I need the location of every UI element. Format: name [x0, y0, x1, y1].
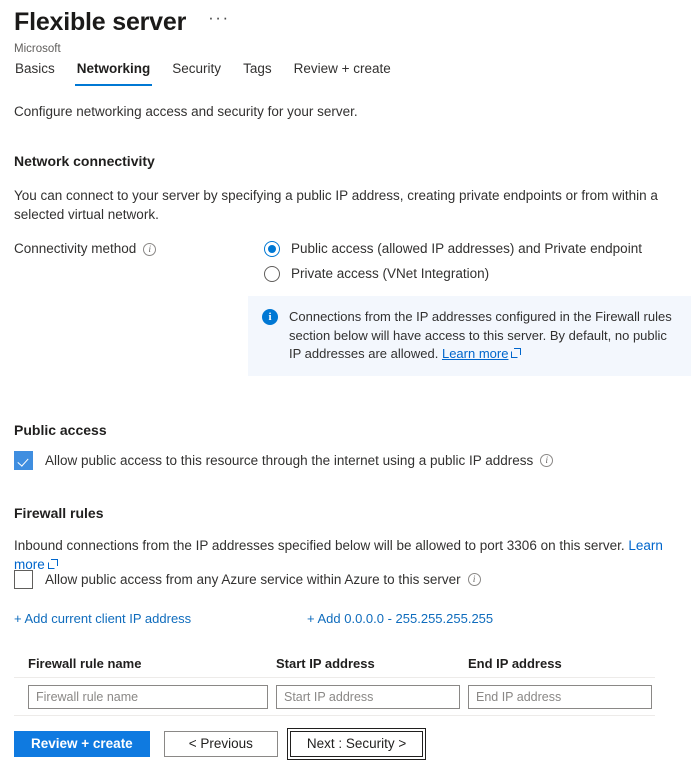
connectivity-method-radio-group: Public access (allowed IP addresses) and…	[264, 236, 642, 286]
page-title: Flexible server	[14, 7, 186, 37]
start-ip-address-input[interactable]	[276, 685, 460, 709]
tab-review-create[interactable]: Review + create	[283, 60, 402, 86]
firewall-rules-description: Inbound connections from the IP addresse…	[14, 538, 628, 553]
public-access-checkbox-label: Allow public access to this resource thr…	[45, 452, 533, 470]
external-link-icon[interactable]	[511, 349, 520, 358]
tab-security[interactable]: Security	[161, 60, 232, 86]
table-divider-bottom	[14, 715, 655, 716]
info-icon[interactable]	[468, 573, 481, 586]
column-header-rule-name: Firewall rule name	[28, 655, 276, 673]
page-description: Configure networking access and security…	[14, 103, 358, 121]
info-icon[interactable]	[143, 243, 156, 256]
column-header-start-ip: Start IP address	[276, 655, 468, 673]
radio-public-access-label: Public access (allowed IP addresses) and…	[291, 240, 642, 258]
cell-end-ip	[468, 685, 660, 709]
title-row: Flexible server ···	[14, 6, 674, 38]
publisher-label: Microsoft	[14, 42, 674, 57]
tab-basics[interactable]: Basics	[13, 60, 66, 86]
previous-button[interactable]: < Previous	[164, 731, 278, 757]
wizard-tabs: Basics Networking Security Tags Review +…	[13, 60, 402, 86]
banner-learn-more-link[interactable]: Learn more	[442, 346, 508, 361]
network-connectivity-description: You can connect to your server by specif…	[14, 186, 684, 224]
cell-start-ip	[276, 685, 468, 709]
network-connectivity-heading: Network connectivity	[14, 152, 155, 171]
public-access-heading: Public access	[14, 421, 107, 440]
connectivity-method-text: Connectivity method	[14, 240, 136, 258]
public-access-checkbox-row[interactable]: Allow public access to this resource thr…	[14, 451, 553, 470]
add-all-ip-range-link[interactable]: + Add 0.0.0.0 - 255.255.255.255	[307, 610, 493, 628]
external-link-icon[interactable]	[48, 560, 57, 569]
radio-public-access-indicator[interactable]	[264, 241, 280, 257]
tab-tags[interactable]: Tags	[232, 60, 283, 86]
info-circle-icon	[262, 309, 278, 325]
azure-services-checkbox[interactable]	[14, 570, 33, 589]
azure-services-checkbox-label-wrap: Allow public access from any Azure servi…	[45, 571, 481, 589]
radio-option-public-access[interactable]: Public access (allowed IP addresses) and…	[264, 236, 642, 261]
info-banner: Connections from the IP addresses config…	[248, 296, 691, 376]
next-security-button[interactable]: Next : Security >	[290, 731, 423, 757]
azure-services-checkbox-label: Allow public access from any Azure servi…	[45, 571, 461, 589]
page-header: Flexible server ··· Microsoft	[14, 6, 674, 57]
column-header-end-ip: End IP address	[468, 655, 660, 673]
table-row	[14, 678, 655, 715]
wizard-footer: Review + create < Previous Next : Securi…	[14, 731, 423, 757]
more-options-icon[interactable]: ···	[208, 13, 229, 31]
radio-private-access-indicator[interactable]	[264, 266, 280, 282]
cell-rule-name	[28, 685, 276, 709]
firewall-table-header: Firewall rule name Start IP address End …	[14, 650, 655, 677]
firewall-rule-name-input[interactable]	[28, 685, 268, 709]
firewall-rules-table: Firewall rule name Start IP address End …	[14, 650, 655, 716]
public-access-checkbox-label-wrap: Allow public access to this resource thr…	[45, 452, 553, 470]
firewall-rules-description-wrap: Inbound connections from the IP addresse…	[14, 536, 691, 574]
radio-private-access-label: Private access (VNet Integration)	[291, 265, 489, 283]
tab-networking[interactable]: Networking	[66, 60, 162, 86]
radio-option-private-access[interactable]: Private access (VNet Integration)	[264, 261, 642, 286]
connectivity-method-label: Connectivity method	[14, 240, 156, 258]
info-icon[interactable]	[540, 454, 553, 467]
info-banner-text-wrap: Connections from the IP addresses config…	[289, 308, 677, 364]
review-create-button[interactable]: Review + create	[14, 731, 150, 757]
add-current-client-ip-link[interactable]: + Add current client IP address	[14, 610, 191, 628]
public-access-checkbox[interactable]	[14, 451, 33, 470]
networking-page: Flexible server ··· Microsoft Basics Net…	[0, 0, 691, 767]
azure-services-checkbox-row[interactable]: Allow public access from any Azure servi…	[14, 570, 481, 589]
end-ip-address-input[interactable]	[468, 685, 652, 709]
firewall-rules-heading: Firewall rules	[14, 504, 103, 523]
